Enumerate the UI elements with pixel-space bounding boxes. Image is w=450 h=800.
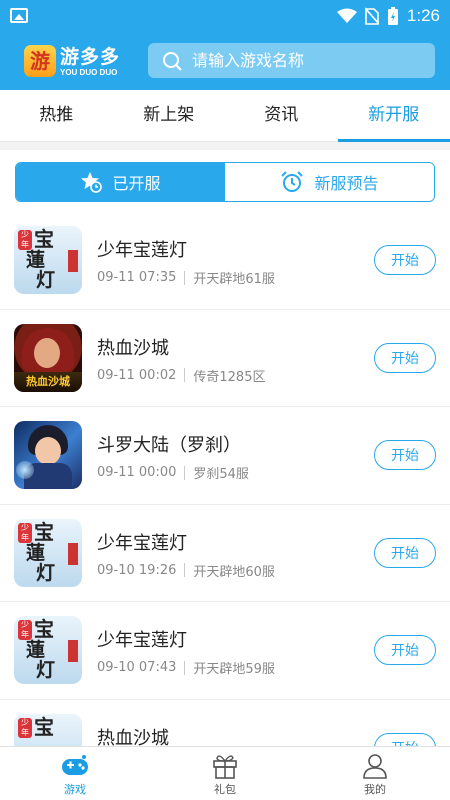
- search-icon: [163, 52, 182, 71]
- list-item[interactable]: 少年宝蓮灯 少年宝莲灯 09-11 07:35 开天辟地61服 开始: [0, 212, 450, 310]
- list-item[interactable]: 热血沙城 热血沙城 09-11 00:02 传奇1285区 开始: [0, 310, 450, 407]
- server-name: 开天辟地61服: [193, 272, 275, 287]
- opened-servers-button[interactable]: 已开服: [16, 163, 225, 201]
- tab-hot[interactable]: 热推: [0, 90, 113, 141]
- server-name: 开天辟地59服: [193, 662, 275, 677]
- server-name: 传奇1285区: [193, 369, 266, 385]
- open-time: 09-11 00:00: [97, 465, 177, 480]
- server-meta: 09-11 00:00 罗刹54服: [97, 463, 249, 482]
- upcoming-servers-button[interactable]: 新服预告: [225, 163, 434, 201]
- nav-games[interactable]: 游戏: [0, 747, 150, 800]
- bottom-navigation: 游戏 礼包 我的: [0, 746, 450, 800]
- game-name: 热血沙城: [97, 337, 169, 359]
- server-segment-control: 已开服 新服预告: [15, 162, 435, 202]
- nav-gifts[interactable]: 礼包: [150, 747, 300, 800]
- user-icon: [363, 754, 387, 779]
- start-button[interactable]: 开始: [374, 440, 436, 470]
- open-time: 09-11 00:02: [97, 367, 177, 383]
- nav-profile[interactable]: 我的: [300, 747, 450, 800]
- list-item[interactable]: 少年宝蓮灯 少年宝莲灯 09-10 07:43 开天辟地59服 开始: [0, 602, 450, 700]
- no-sim-icon: [364, 7, 379, 25]
- nav-games-label: 游戏: [64, 783, 86, 796]
- server-meta: 09-11 00:02 传奇1285区: [97, 366, 265, 385]
- status-bar: 1:26: [0, 0, 450, 32]
- server-meta: 09-10 07:43 开天辟地59服: [97, 658, 275, 677]
- list-item[interactable]: 斗罗大陆（罗刹） 09-11 00:00 罗刹54服 开始: [0, 407, 450, 505]
- wifi-icon: [336, 8, 357, 23]
- top-tabs: 热推 新上架 资讯 新开服: [0, 90, 450, 142]
- opened-servers-label: 已开服: [112, 174, 161, 193]
- game-name: 少年宝莲灯: [97, 630, 187, 651]
- upcoming-servers-label: 新服预告: [314, 174, 379, 193]
- tab-news[interactable]: 资讯: [225, 90, 338, 141]
- search-box[interactable]: [148, 43, 435, 78]
- open-time: 09-10 07:43: [97, 660, 177, 675]
- logo-title: 游多多: [60, 46, 121, 68]
- app-header: 游 游多多 YOU DUO DUO: [0, 32, 450, 90]
- gift-icon: [213, 755, 237, 779]
- server-meta: 09-11 07:35 开天辟地61服: [97, 268, 275, 287]
- image-notification-icon: [10, 8, 28, 23]
- lotus-lamp-game-icon: 少年宝蓮灯: [14, 518, 82, 587]
- section-divider: [0, 142, 450, 150]
- search-input[interactable]: [192, 43, 422, 78]
- open-time: 09-10 19:26: [97, 562, 177, 578]
- lotus-lamp-game-icon: 少年宝蓮灯: [14, 226, 82, 294]
- server-list: 少年宝蓮灯 少年宝莲灯 09-11 07:35 开天辟地61服 开始 热血沙城 热…: [0, 212, 450, 797]
- game-name: 少年宝莲灯: [97, 240, 187, 261]
- server-name: 罗刹54服: [193, 467, 249, 482]
- start-button[interactable]: 开始: [374, 635, 436, 665]
- tab-new-servers[interactable]: 新开服: [337, 90, 450, 142]
- alarm-clock-icon: [281, 171, 304, 192]
- battery-charging-icon: [387, 7, 398, 25]
- logo-badge: 游: [24, 45, 56, 77]
- lotus-lamp-game-icon: 少年宝蓮灯: [14, 616, 82, 684]
- status-icons: 1:26: [336, 5, 440, 27]
- tab-new-arrivals[interactable]: 新上架: [113, 90, 226, 141]
- logo-subtitle: YOU DUO DUO: [60, 68, 118, 77]
- gamepad-icon: [62, 755, 88, 775]
- server-name: 开天辟地60服: [193, 564, 275, 580]
- nav-gifts-label: 礼包: [214, 783, 236, 796]
- status-time: 1:26: [406, 6, 440, 25]
- list-item[interactable]: 少年宝蓮灯 少年宝莲灯 09-10 19:26 开天辟地60服 开始: [0, 505, 450, 602]
- open-time: 09-11 07:35: [97, 270, 177, 285]
- start-button[interactable]: 开始: [374, 245, 436, 275]
- app-logo: 游 游多多 YOU DUO DUO: [24, 42, 142, 80]
- douluo-game-icon: [14, 421, 82, 489]
- nav-profile-label: 我的: [364, 783, 386, 796]
- star-clock-icon: [81, 172, 103, 193]
- sand-city-game-icon: 热血沙城: [14, 323, 82, 392]
- game-name: 少年宝莲灯: [97, 532, 187, 554]
- start-button[interactable]: 开始: [374, 537, 436, 568]
- game-name: 斗罗大陆（罗刹）: [97, 435, 241, 456]
- start-button[interactable]: 开始: [374, 342, 436, 373]
- server-meta: 09-10 19:26 开天辟地60服: [97, 561, 275, 580]
